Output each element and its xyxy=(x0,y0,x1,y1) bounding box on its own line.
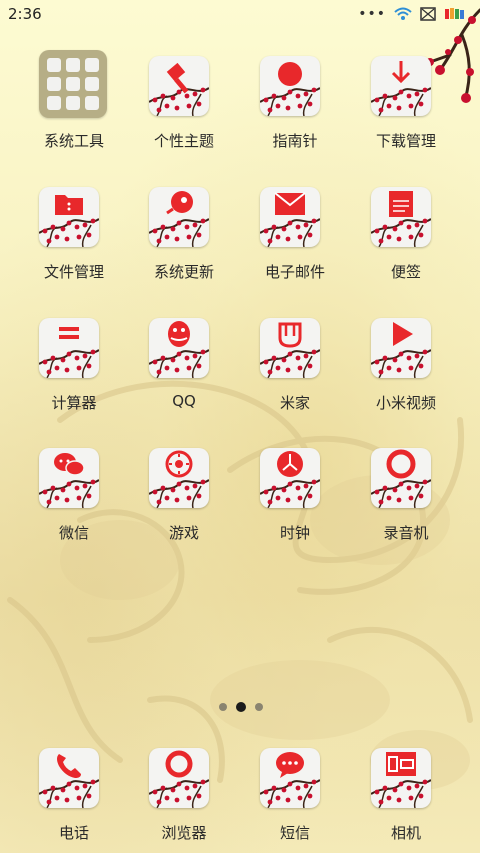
app-system-tools[interactable]: 系统工具 xyxy=(19,50,129,160)
app-label: 指南针 xyxy=(272,132,318,150)
page-dot-active[interactable] xyxy=(236,702,246,712)
app-qq[interactable]: QQ xyxy=(129,318,239,428)
rocket-update-icon xyxy=(149,187,209,247)
app-label: QQ xyxy=(172,392,196,410)
qq-penguin-icon xyxy=(149,318,209,378)
game-icon xyxy=(149,448,209,508)
app-label: 米家 xyxy=(279,394,310,412)
app-label: 下载管理 xyxy=(375,132,436,150)
app-label: 录音机 xyxy=(383,524,429,542)
app-downloads[interactable]: 下载管理 xyxy=(351,56,461,166)
app-compass[interactable]: 指南针 xyxy=(240,56,350,166)
app-wechat[interactable]: 微信 xyxy=(19,448,129,558)
app-label: 时钟 xyxy=(279,524,310,542)
app-label: 游戏 xyxy=(168,524,199,542)
app-label: 微信 xyxy=(58,524,89,542)
app-phone[interactable]: 电话 xyxy=(19,748,129,848)
app-label: 个性主题 xyxy=(153,132,214,150)
wechat-icon xyxy=(39,448,99,508)
app-mi-video[interactable]: 小米视频 xyxy=(351,318,461,428)
app-label: 电话 xyxy=(58,824,89,842)
app-label: 便签 xyxy=(390,263,421,281)
app-label: 系统更新 xyxy=(153,263,214,281)
app-clock[interactable]: 时钟 xyxy=(240,448,350,558)
app-label: 计算器 xyxy=(51,394,97,412)
app-label: 浏览器 xyxy=(161,824,207,842)
app-calculator[interactable]: 计算器 xyxy=(19,318,129,428)
app-email[interactable]: 电子邮件 xyxy=(240,187,350,297)
status-time: 2:36 xyxy=(8,5,42,23)
app-file-manager[interactable]: 文件管理 xyxy=(19,187,129,297)
page-dot[interactable] xyxy=(219,703,227,711)
app-label: 短信 xyxy=(279,824,310,842)
notes-icon xyxy=(371,187,431,247)
app-notes[interactable]: 便签 xyxy=(351,187,461,297)
app-messages[interactable]: 短信 xyxy=(240,748,350,848)
app-label: 系统工具 xyxy=(43,132,104,150)
download-icon xyxy=(371,56,431,116)
app-mijia[interactable]: 米家 xyxy=(240,318,350,428)
message-icon xyxy=(260,748,320,808)
app-browser[interactable]: 浏览器 xyxy=(129,748,239,848)
video-play-icon xyxy=(371,318,431,378)
app-camera[interactable]: 相机 xyxy=(351,748,461,848)
app-label: 电子邮件 xyxy=(264,263,325,281)
app-system-update[interactable]: 系统更新 xyxy=(129,187,239,297)
app-label: 文件管理 xyxy=(43,263,104,281)
folder-icon xyxy=(39,50,107,118)
recorder-icon xyxy=(371,448,431,508)
app-label: 相机 xyxy=(390,824,421,842)
browser-icon xyxy=(149,748,209,808)
page-indicator[interactable] xyxy=(219,702,263,712)
app-games[interactable]: 游戏 xyxy=(129,448,239,558)
compass-icon xyxy=(260,56,320,116)
page-dot[interactable] xyxy=(255,703,263,711)
clock-icon xyxy=(260,448,320,508)
file-folder-icon xyxy=(39,187,99,247)
mijia-icon xyxy=(260,318,320,378)
app-themes[interactable]: 个性主题 xyxy=(129,56,239,166)
more-dots-icon: ••• xyxy=(358,6,386,22)
app-recorder[interactable]: 录音机 xyxy=(351,448,461,558)
theme-brush-icon xyxy=(149,56,209,116)
app-label: 小米视频 xyxy=(375,394,436,412)
camera-icon xyxy=(371,748,431,808)
mail-icon xyxy=(260,187,320,247)
calculator-icon xyxy=(39,318,99,378)
phone-icon xyxy=(39,748,99,808)
